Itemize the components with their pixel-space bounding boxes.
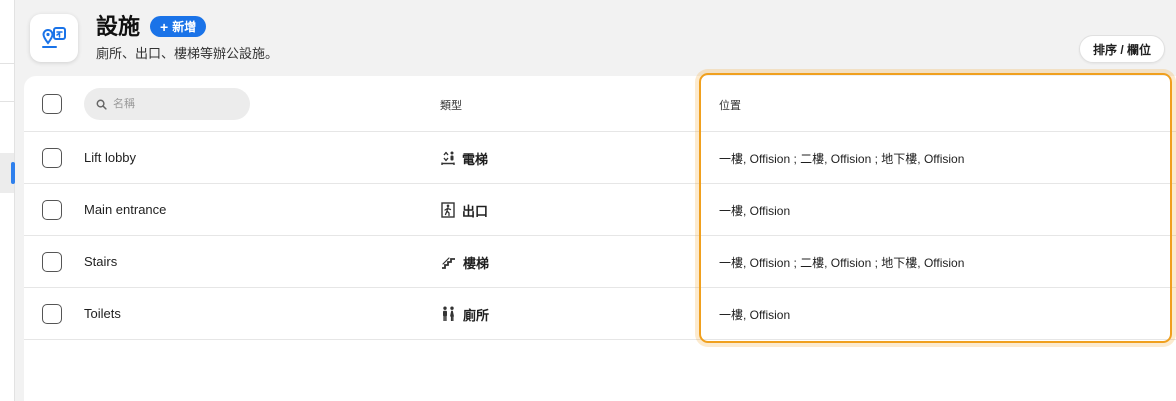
facility-type: 電梯 bbox=[441, 149, 488, 168]
row-checkbox[interactable] bbox=[42, 199, 62, 220]
row-checkbox[interactable] bbox=[42, 251, 62, 272]
rail-divider bbox=[0, 63, 14, 64]
plus-icon: + bbox=[160, 18, 169, 35]
stairs-icon bbox=[442, 257, 455, 269]
table-header-row: 類型 位置 bbox=[24, 76, 1176, 132]
facility-type-label: 出口 bbox=[462, 203, 489, 219]
table-row[interactable]: Lift lobby 電梯 一樓, Offision ; 二樓, Offisio… bbox=[24, 132, 1176, 184]
rail-selection-indicator bbox=[11, 162, 15, 184]
elevator-icon bbox=[441, 151, 455, 165]
left-nav-rail bbox=[0, 0, 15, 401]
facility-name[interactable]: Stairs bbox=[84, 254, 117, 269]
facility-type: 廁所 bbox=[441, 305, 489, 324]
facility-map-icon bbox=[42, 27, 66, 48]
column-header-location[interactable]: 位置 bbox=[719, 97, 741, 113]
name-search-box[interactable] bbox=[84, 88, 250, 120]
add-facility-button[interactable]: + 新增 bbox=[150, 16, 207, 37]
facility-name[interactable]: Lift lobby bbox=[84, 150, 136, 165]
column-header-type[interactable]: 類型 bbox=[440, 97, 462, 113]
facility-location: 一樓, Offision ; 二樓, Offision ; 地下樓, Offis… bbox=[719, 255, 965, 270]
facilities-table: 類型 位置 Lift lobby 電梯 一樓, Offision ; 二樓, O… bbox=[24, 76, 1176, 401]
facility-location: 一樓, Offision bbox=[719, 307, 791, 322]
facility-type-label: 廁所 bbox=[463, 307, 490, 323]
table-row[interactable]: Main entrance 出口 一樓, Offision bbox=[24, 184, 1176, 236]
facility-location: 一樓, Offision bbox=[719, 203, 791, 218]
facility-type-label: 電梯 bbox=[462, 151, 489, 167]
search-icon bbox=[96, 99, 107, 110]
sort-columns-button[interactable]: 排序 / 欄位 bbox=[1079, 35, 1166, 63]
facility-type-label: 樓梯 bbox=[463, 255, 490, 271]
add-facility-label: 新增 bbox=[172, 20, 197, 34]
facility-type: 出口 bbox=[441, 201, 488, 220]
table-row[interactable]: Stairs 樓梯 一樓, Offision ; 二樓, Offision ; … bbox=[24, 236, 1176, 288]
table-row[interactable]: Toilets 廁所 一樓, Offision bbox=[24, 288, 1176, 340]
row-checkbox[interactable] bbox=[42, 147, 62, 168]
select-all-checkbox[interactable] bbox=[42, 93, 62, 114]
row-checkbox[interactable] bbox=[42, 303, 62, 324]
page-subtitle: 廁所、出口、樓梯等辦公設施。 bbox=[96, 46, 279, 61]
facility-name[interactable]: Main entrance bbox=[84, 202, 166, 217]
rail-divider bbox=[0, 101, 14, 102]
exit-icon bbox=[441, 202, 455, 218]
restroom-icon bbox=[443, 306, 454, 321]
facility-location: 一樓, Offision ; 二樓, Offision ; 地下樓, Offis… bbox=[719, 151, 965, 166]
facility-type: 樓梯 bbox=[441, 253, 489, 272]
name-search-input[interactable] bbox=[113, 98, 243, 110]
facilities-app-icon bbox=[30, 14, 78, 62]
page-title: 設施 bbox=[96, 14, 141, 39]
facility-name[interactable]: Toilets bbox=[84, 306, 121, 321]
